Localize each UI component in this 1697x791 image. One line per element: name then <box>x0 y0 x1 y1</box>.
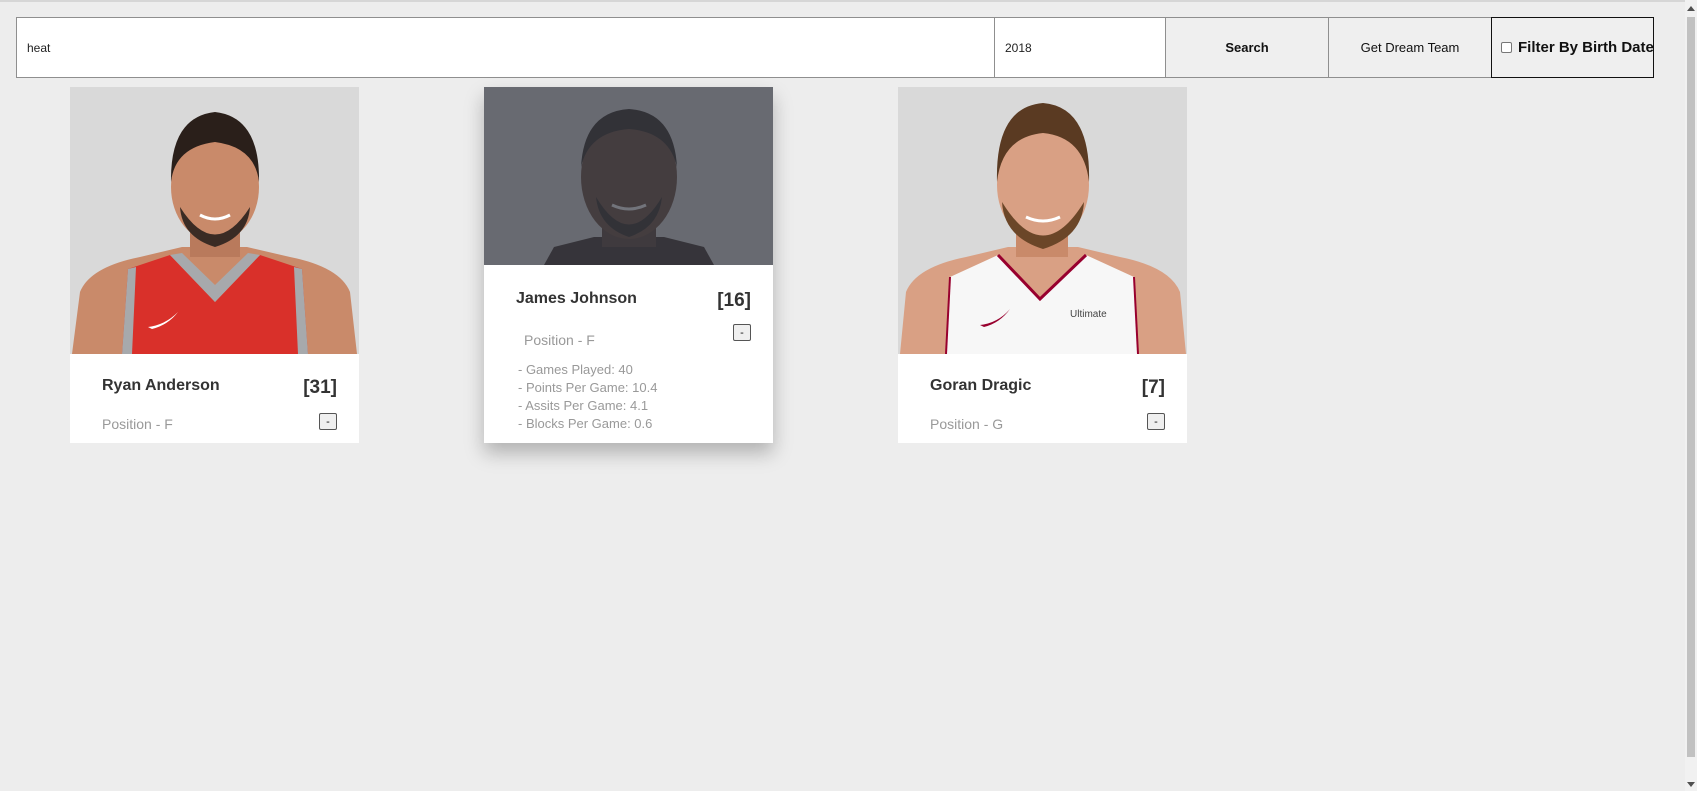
vertical-scrollbar[interactable] <box>1685 0 1697 791</box>
player-stats: - Games Played: 40 - Points Per Game: 10… <box>518 361 657 433</box>
top-border <box>0 0 1697 2</box>
scroll-thumb[interactable] <box>1687 17 1695 757</box>
search-bar: Search Get Dream Team Filter By Birth Da… <box>16 17 1654 78</box>
player-photo <box>70 87 359 354</box>
stat-blocks-per-game: - Blocks Per Game: 0.6 <box>518 416 653 431</box>
player-photo: Ultimate <box>898 87 1187 354</box>
filter-checkbox[interactable] <box>1501 42 1512 53</box>
player-number: [16] <box>717 290 751 311</box>
filter-by-birth-date-toggle[interactable]: Filter By Birth Date <box>1491 17 1654 78</box>
player-card[interactable]: Ultimate Goran Dragic [7] Position - G - <box>898 87 1187 443</box>
stat-assists-per-game: - Assits Per Game: 4.1 <box>518 398 649 413</box>
player-portrait-image <box>70 87 359 354</box>
player-portrait-image: Ultimate <box>898 87 1187 354</box>
player-name: Ryan Anderson <box>102 377 220 394</box>
get-dream-team-button[interactable]: Get Dream Team <box>1328 17 1492 78</box>
stat-points-per-game: - Points Per Game: 10.4 <box>518 380 658 395</box>
player-position: Position - F <box>102 416 173 432</box>
player-number: [31] <box>303 377 337 398</box>
player-name: Goran Dragic <box>930 377 1032 394</box>
season-year-input[interactable] <box>994 17 1166 78</box>
stat-games-played: - Games Played: 40 <box>518 362 633 377</box>
toggle-details-button[interactable]: - <box>733 324 751 341</box>
player-portrait-image <box>484 87 773 265</box>
filter-label: Filter By Birth Date <box>1518 39 1654 56</box>
toggle-details-button[interactable]: - <box>1147 413 1165 430</box>
player-number: [7] <box>1141 377 1165 398</box>
player-card[interactable]: James Johnson [16] Position - F - - Game… <box>484 87 773 443</box>
player-name: James Johnson <box>516 290 637 307</box>
page: Search Get Dream Team Filter By Birth Da… <box>0 0 1697 791</box>
player-photo <box>484 87 773 265</box>
search-button[interactable]: Search <box>1165 17 1329 78</box>
player-position: Position - F <box>524 332 595 348</box>
jersey-sponsor-logo: Ultimate <box>1070 309 1107 320</box>
player-position: Position - G <box>930 416 1004 432</box>
player-card[interactable]: Ryan Anderson [31] Position - F - <box>70 87 359 443</box>
scroll-up-arrow-icon[interactable] <box>1687 6 1695 11</box>
toggle-details-button[interactable]: - <box>319 413 337 430</box>
team-search-input[interactable] <box>16 17 995 78</box>
scroll-down-arrow-icon[interactable] <box>1687 782 1695 787</box>
